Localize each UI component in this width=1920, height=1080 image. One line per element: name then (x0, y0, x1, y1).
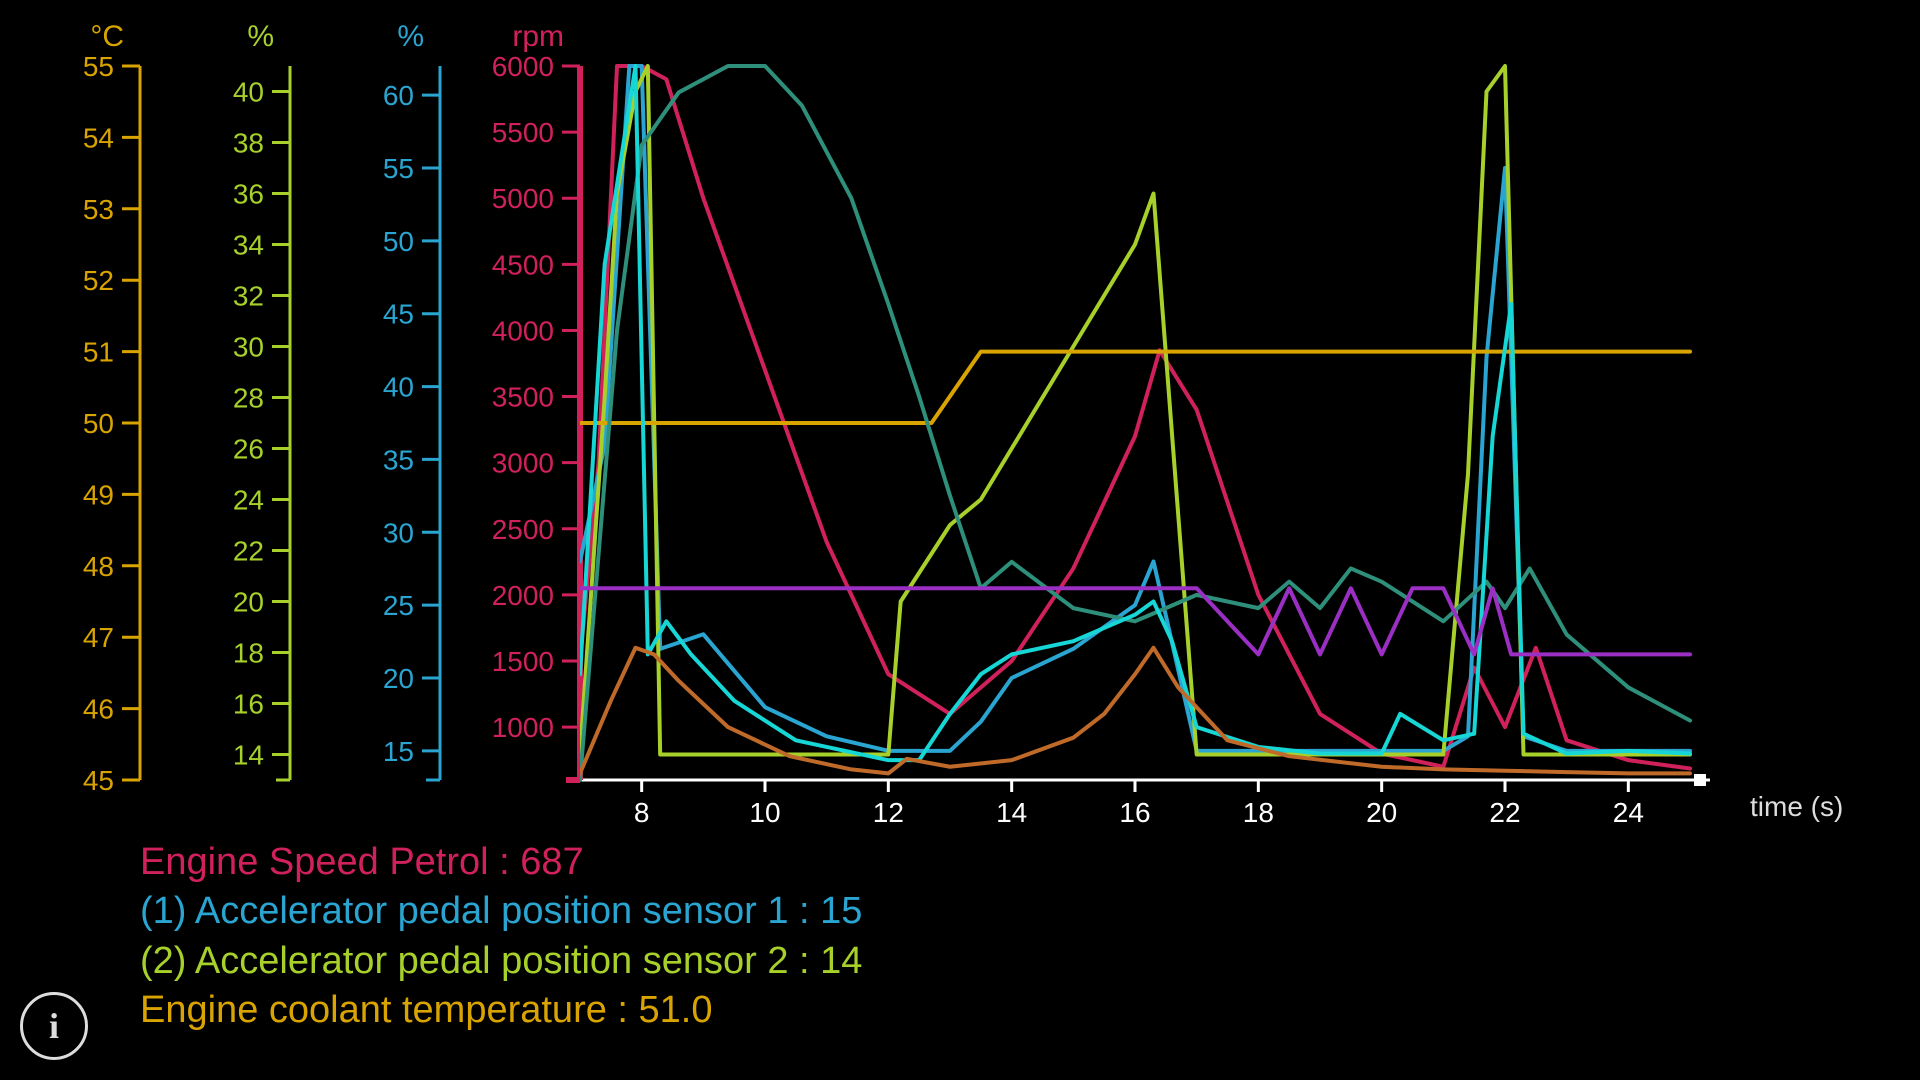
svg-text:12: 12 (873, 797, 904, 828)
svg-text:35: 35 (383, 444, 414, 475)
svg-text:°C: °C (90, 20, 124, 53)
svg-text:2500: 2500 (492, 514, 554, 545)
svg-text:55: 55 (383, 153, 414, 184)
svg-text:20: 20 (383, 663, 414, 694)
svg-text:14: 14 (233, 740, 264, 771)
legend-line-rpm: Engine Speed Petrol : 687 (140, 838, 862, 887)
svg-text:22: 22 (1489, 797, 1520, 828)
svg-text:48: 48 (83, 551, 114, 582)
svg-text:47: 47 (83, 622, 114, 653)
svg-text:8: 8 (634, 797, 650, 828)
svg-text:6000: 6000 (492, 51, 554, 82)
svg-text:14: 14 (996, 797, 1027, 828)
legend-readout: Engine Speed Petrol : 687 (1) Accelerato… (140, 838, 862, 1036)
svg-text:40: 40 (383, 372, 414, 403)
svg-text:45: 45 (383, 299, 414, 330)
svg-text:25: 25 (383, 590, 414, 621)
svg-text:28: 28 (233, 383, 264, 414)
svg-text:18: 18 (233, 638, 264, 669)
svg-text:45: 45 (83, 765, 114, 796)
svg-text:22: 22 (233, 536, 264, 567)
info-icon[interactable]: i (20, 992, 88, 1060)
svg-text:50: 50 (83, 408, 114, 439)
svg-text:60: 60 (383, 80, 414, 111)
legend-line-coolant: Engine coolant temperature : 51.0 (140, 986, 862, 1035)
svg-text:4500: 4500 (492, 249, 554, 280)
svg-text:2000: 2000 (492, 580, 554, 611)
svg-text:32: 32 (233, 281, 264, 312)
svg-text:30: 30 (383, 517, 414, 548)
svg-text:%: % (397, 20, 424, 53)
svg-text:5500: 5500 (492, 117, 554, 148)
svg-text:16: 16 (233, 689, 264, 720)
svg-text:52: 52 (83, 265, 114, 296)
svg-text:55: 55 (83, 51, 114, 82)
svg-text:%: % (247, 20, 274, 53)
svg-text:3500: 3500 (492, 382, 554, 413)
svg-text:46: 46 (83, 694, 114, 725)
svg-text:4000: 4000 (492, 315, 554, 346)
svg-text:38: 38 (233, 128, 264, 159)
svg-text:10: 10 (749, 797, 780, 828)
svg-text:53: 53 (83, 194, 114, 225)
svg-text:20: 20 (233, 587, 264, 618)
svg-text:3000: 3000 (492, 448, 554, 479)
svg-text:time (s): time (s) (1750, 791, 1843, 822)
svg-text:36: 36 (233, 179, 264, 210)
svg-text:30: 30 (233, 332, 264, 363)
svg-text:24: 24 (233, 485, 264, 516)
svg-text:26: 26 (233, 434, 264, 465)
svg-text:16: 16 (1119, 797, 1150, 828)
svg-text:15: 15 (383, 736, 414, 767)
svg-text:1500: 1500 (492, 646, 554, 677)
svg-text:51: 51 (83, 337, 114, 368)
svg-text:20: 20 (1366, 797, 1397, 828)
svg-text:34: 34 (233, 230, 264, 261)
svg-text:rpm: rpm (512, 20, 564, 53)
legend-line-pedal1: (1) Accelerator pedal position sensor 1 … (140, 887, 862, 936)
svg-text:54: 54 (83, 122, 114, 153)
legend-line-pedal2: (2) Accelerator pedal position sensor 2 … (140, 937, 862, 986)
svg-text:50: 50 (383, 226, 414, 257)
svg-text:1000: 1000 (492, 712, 554, 743)
svg-text:24: 24 (1613, 797, 1644, 828)
svg-text:49: 49 (83, 479, 114, 510)
svg-text:40: 40 (233, 77, 264, 108)
svg-text:5000: 5000 (492, 183, 554, 214)
svg-text:18: 18 (1243, 797, 1274, 828)
